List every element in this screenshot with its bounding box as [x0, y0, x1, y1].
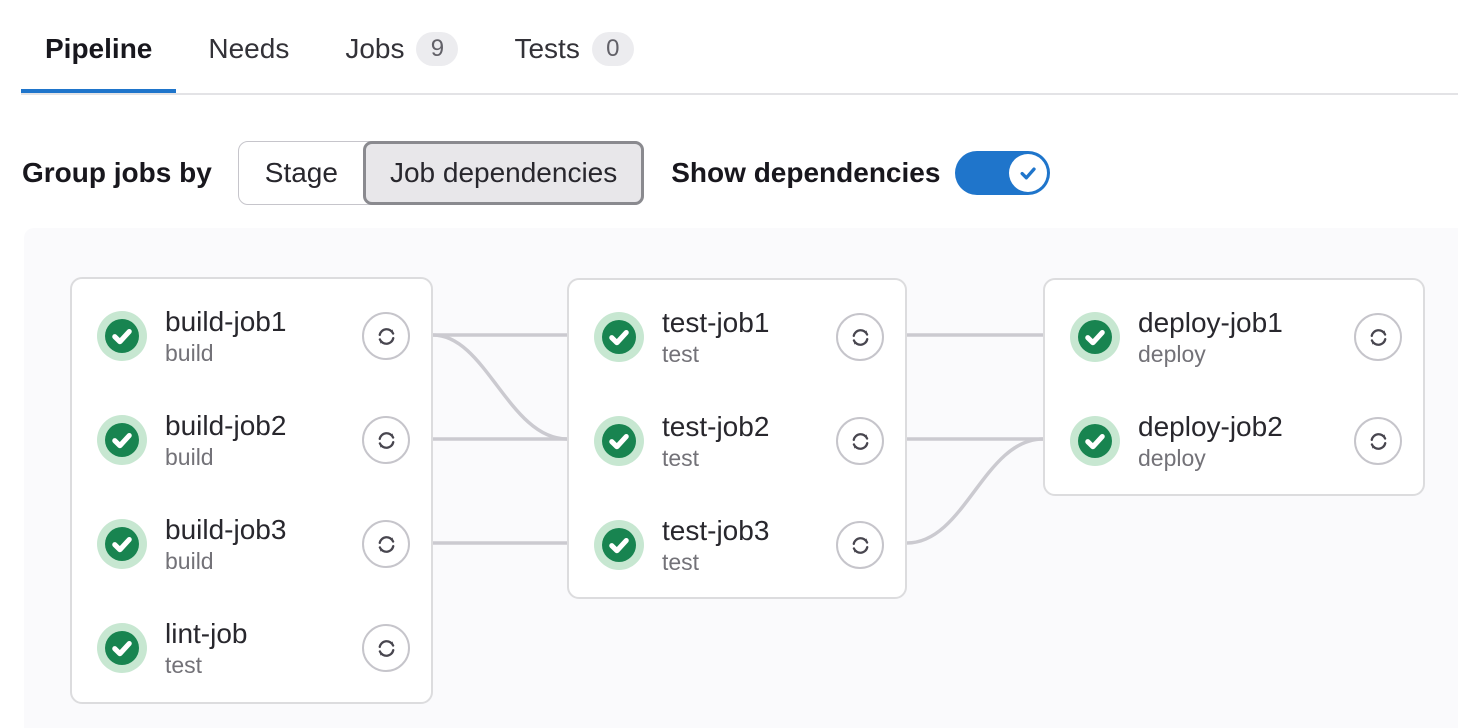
job-item: deploy-job2 deploy: [1045, 389, 1423, 493]
retry-icon: [847, 428, 874, 455]
job-item: build-job3 build: [72, 492, 431, 596]
dependency-link: [907, 439, 1043, 543]
group-by-stage-button[interactable]: Stage: [239, 142, 364, 204]
job-item: test-job1 test: [569, 285, 905, 389]
status-success-icon: [594, 312, 644, 362]
retry-job-button[interactable]: [362, 520, 410, 568]
status-success-icon: [1070, 416, 1120, 466]
job-item: deploy-job1 deploy: [1045, 285, 1423, 389]
pipeline-graph-panel: build-job1 build b: [24, 228, 1458, 728]
job-name-link[interactable]: build-job1: [165, 305, 286, 339]
job-stage-label: test: [662, 444, 769, 472]
status-success-icon: [594, 520, 644, 570]
status-success-icon: [97, 623, 147, 673]
job-name-link[interactable]: lint-job: [165, 617, 247, 651]
retry-icon: [373, 635, 400, 662]
job-item: build-job1 build: [72, 284, 431, 388]
tab-needs[interactable]: Needs: [184, 0, 313, 93]
retry-icon: [1365, 428, 1392, 455]
job-stage-label: deploy: [1138, 340, 1283, 368]
show-dependencies-toggle[interactable]: [955, 151, 1050, 195]
job-name-link[interactable]: test-job3: [662, 514, 769, 548]
tab-label: Jobs: [345, 32, 404, 66]
tests-count-badge: 0: [592, 32, 634, 66]
dependency-link: [433, 335, 567, 439]
job-stage-label: build: [165, 547, 286, 575]
retry-job-button[interactable]: [836, 417, 884, 465]
retry-job-button[interactable]: [362, 416, 410, 464]
group-jobs-by-label: Group jobs by: [22, 157, 212, 189]
tab-label: Needs: [208, 32, 289, 66]
pipeline-tabs: Pipeline Needs Jobs 9 Tests 0: [21, 0, 1458, 95]
tab-pipeline[interactable]: Pipeline: [21, 0, 176, 93]
group-jobs-by-segmented-control: Stage Job dependencies: [238, 141, 644, 205]
retry-icon: [373, 323, 400, 350]
retry-icon: [847, 532, 874, 559]
tab-jobs[interactable]: Jobs 9: [321, 0, 482, 93]
job-item: build-job2 build: [72, 388, 431, 492]
job-stage-label: deploy: [1138, 444, 1283, 472]
retry-job-button[interactable]: [1354, 417, 1402, 465]
job-stage-label: test: [662, 548, 769, 576]
retry-icon: [1365, 324, 1392, 351]
job-name-link[interactable]: deploy-job1: [1138, 306, 1283, 340]
job-stage-label: test: [662, 340, 769, 368]
pipeline-page: Pipeline Needs Jobs 9 Tests 0 Group jobs…: [0, 0, 1458, 728]
show-dependencies-label: Show dependencies: [671, 157, 940, 189]
status-success-icon: [97, 519, 147, 569]
retry-job-button[interactable]: [362, 312, 410, 360]
job-name-link[interactable]: deploy-job2: [1138, 410, 1283, 444]
retry-job-button[interactable]: [836, 313, 884, 361]
graph-controls: Group jobs by Stage Job dependencies Sho…: [22, 140, 1050, 206]
retry-job-button[interactable]: [362, 624, 410, 672]
job-name-link[interactable]: build-job3: [165, 513, 286, 547]
job-item: test-job2 test: [569, 389, 905, 493]
status-success-icon: [97, 415, 147, 465]
job-name-link[interactable]: test-job1: [662, 306, 769, 340]
toggle-knob: [1009, 154, 1047, 192]
tab-label: Pipeline: [45, 32, 152, 66]
job-group-card-deploy: deploy-job1 deploy: [1043, 278, 1425, 496]
job-item: test-job3 test: [569, 493, 905, 597]
check-icon: [1016, 161, 1040, 185]
status-success-icon: [1070, 312, 1120, 362]
status-success-icon: [594, 416, 644, 466]
job-stage-label: build: [165, 339, 286, 367]
job-group-card-test: test-job1 test tes: [567, 278, 907, 599]
job-stage-label: build: [165, 443, 286, 471]
retry-icon: [847, 324, 874, 351]
job-stage-label: test: [165, 651, 247, 679]
retry-job-button[interactable]: [1354, 313, 1402, 361]
group-by-job-dependencies-button[interactable]: Job dependencies: [363, 141, 644, 205]
status-success-icon: [97, 311, 147, 361]
job-group-card-build: build-job1 build b: [70, 277, 433, 704]
job-name-link[interactable]: test-job2: [662, 410, 769, 444]
retry-job-button[interactable]: [836, 521, 884, 569]
tab-label: Tests: [514, 32, 579, 66]
retry-icon: [373, 427, 400, 454]
job-item: lint-job test: [72, 596, 431, 700]
tab-tests[interactable]: Tests 0: [490, 0, 657, 93]
retry-icon: [373, 531, 400, 558]
job-name-link[interactable]: build-job2: [165, 409, 286, 443]
jobs-count-badge: 9: [416, 32, 458, 66]
